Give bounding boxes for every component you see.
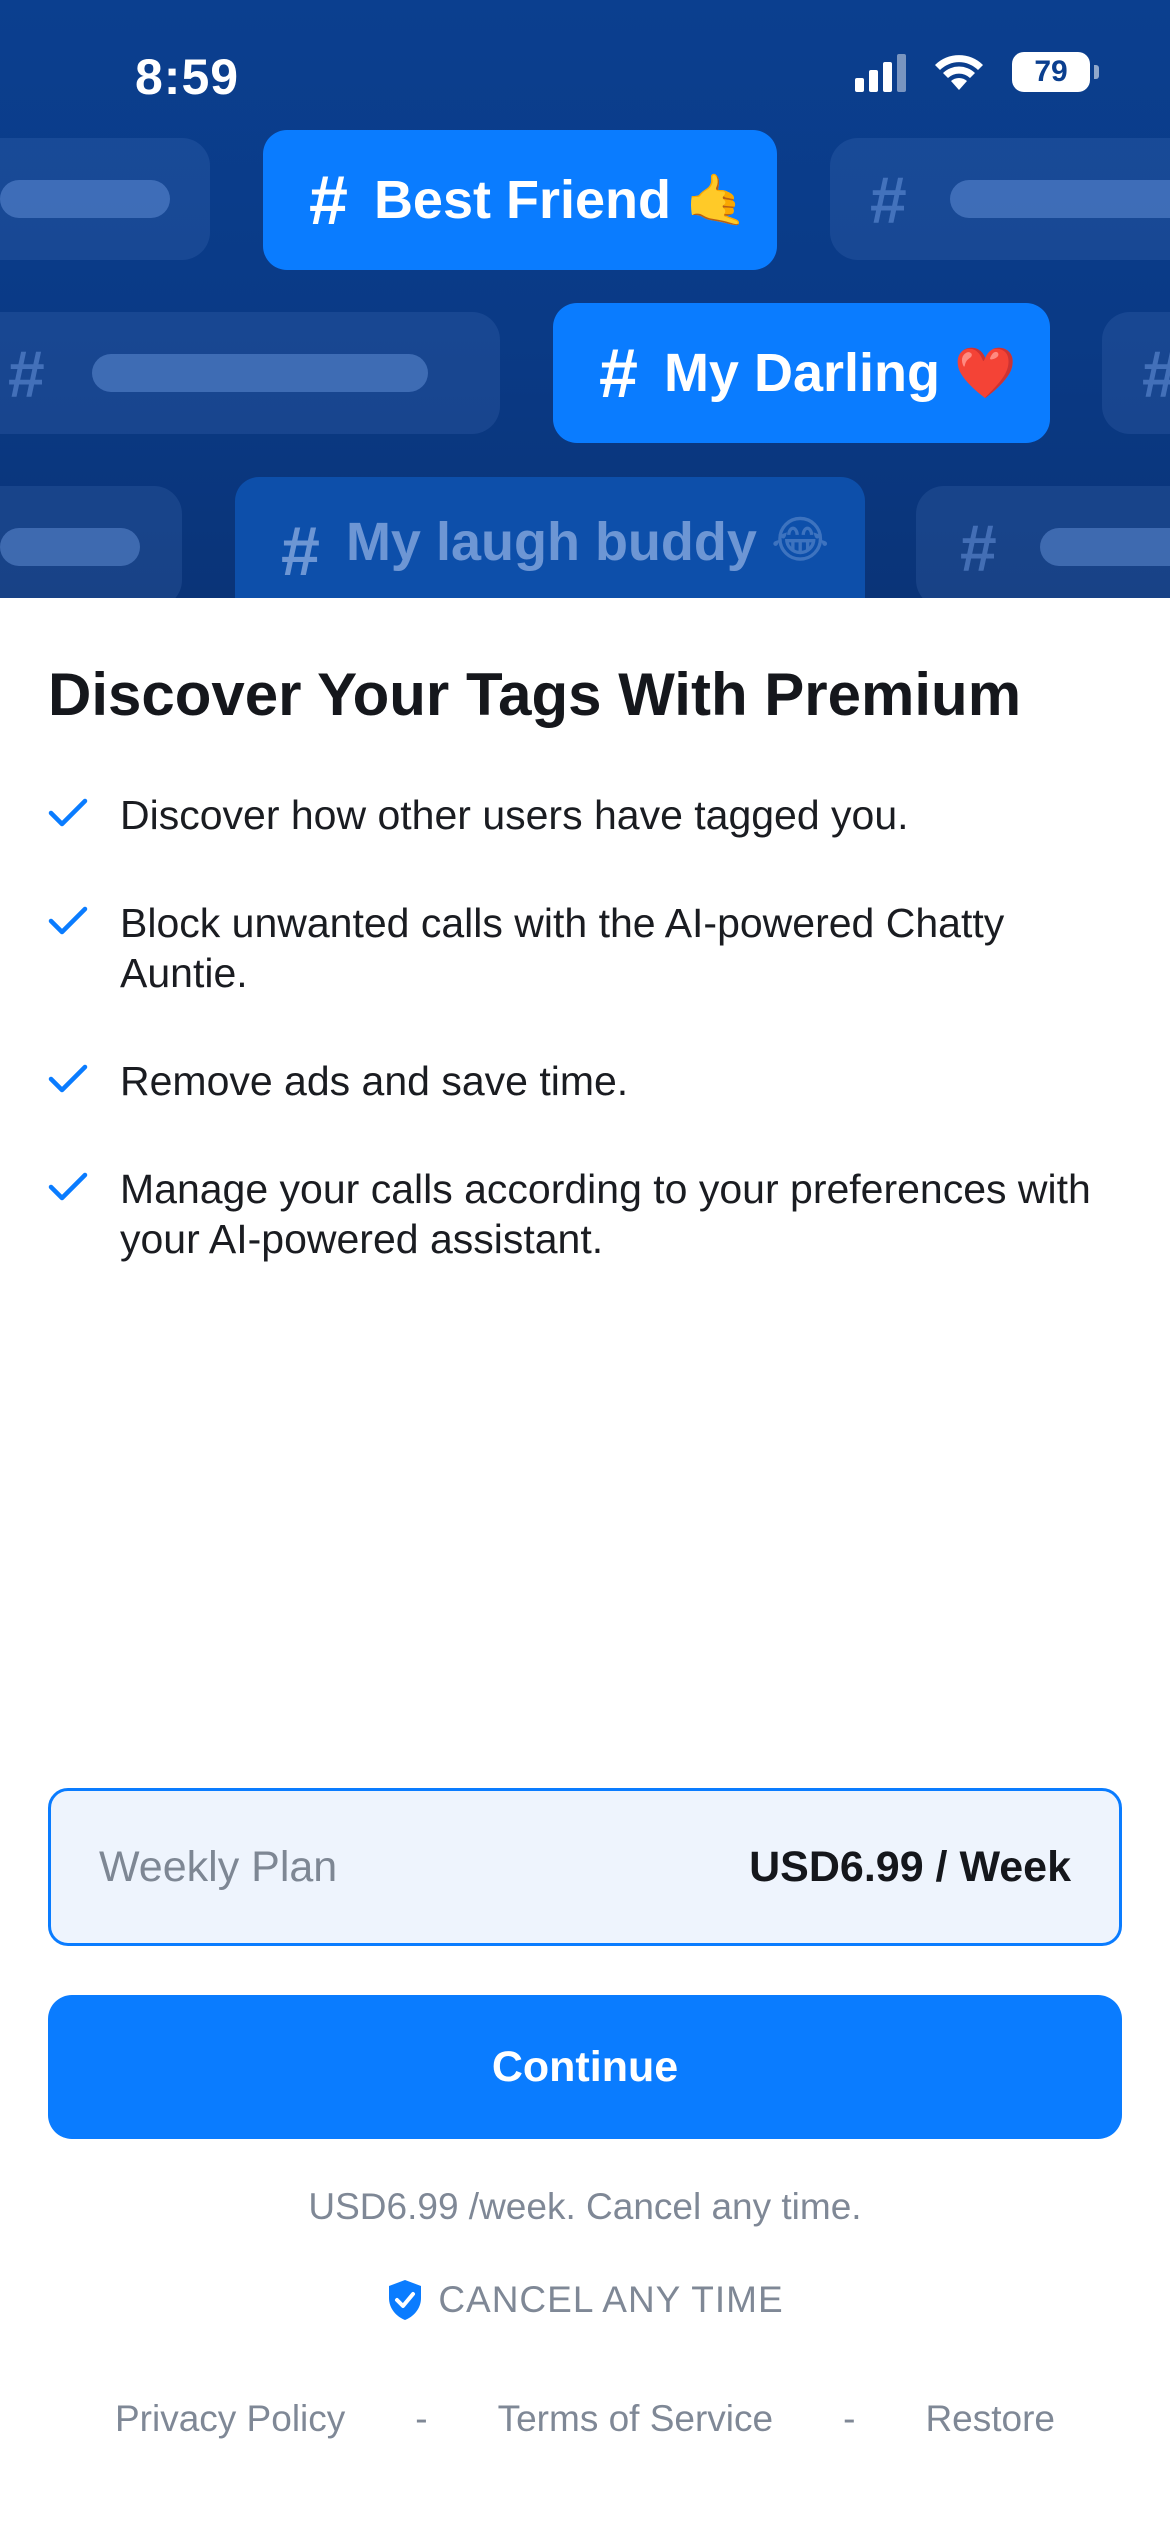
heart-icon: ❤️ — [953, 344, 1017, 401]
feature-text: Block unwanted calls with the AI-powered… — [120, 900, 1005, 996]
feature-list: Discover how other users have tagged you… — [48, 790, 1128, 1322]
cancel-badge-text: CANCEL ANY TIME — [438, 2279, 784, 2320]
placeholder-tag: # — [916, 486, 1170, 598]
link-separator: - — [843, 2398, 856, 2439]
shield-check-icon — [389, 2280, 422, 2320]
call-me-hand-icon: 🤙 — [685, 171, 748, 228]
wifi-icon — [935, 55, 983, 90]
plan-price: USD6.99 / Week — [749, 1842, 1071, 1891]
tag-best-friend: # Best Friend 🤙 — [263, 130, 777, 270]
hashtag-icon: # — [309, 161, 348, 239]
hashtag-icon: # — [281, 512, 320, 590]
placeholder-tag — [0, 486, 182, 598]
status-bar: 8:59 79 — [0, 0, 1170, 150]
tag-my-laugh-buddy: # My laugh buddy 😂 — [235, 477, 865, 598]
feature-text: Remove ads and save time. — [120, 1058, 629, 1104]
page-title: Discover Your Tags With Premium — [48, 661, 1022, 728]
laughing-face-icon: 😂 — [770, 512, 830, 568]
feature-item: Manage your calls according to your pref… — [48, 1164, 1128, 1264]
checkmark-icon — [48, 790, 120, 835]
placeholder-tag: # — [830, 138, 1170, 260]
status-icons: 79 — [855, 52, 1099, 92]
continue-button[interactable]: Continue — [48, 1995, 1122, 2139]
feature-text: Manage your calls according to your pref… — [120, 1166, 1091, 1262]
hero-banner: 8:59 79 # # # # # Best Friend — [0, 0, 1170, 598]
placeholder-tag: # — [0, 312, 500, 434]
checkmark-icon — [48, 898, 120, 943]
tag-my-darling: # My Darling ❤️ — [553, 303, 1050, 443]
restore-link[interactable]: Restore — [925, 2398, 1055, 2440]
link-separator: - — [415, 2398, 428, 2439]
placeholder-tag — [0, 138, 210, 260]
checkmark-icon — [48, 1164, 120, 1209]
privacy-policy-link[interactable]: Privacy Policy — [115, 2398, 345, 2440]
feature-text: Discover how other users have tagged you… — [120, 792, 909, 838]
price-note: USD6.99 /week. Cancel any time. — [308, 2186, 862, 2227]
feature-item: Discover how other users have tagged you… — [48, 790, 1128, 840]
tag-label: My Darling — [663, 343, 940, 403]
placeholder-tag: # — [1102, 312, 1170, 434]
tag-label: Best Friend — [373, 170, 671, 230]
battery-icon: 79 — [1012, 52, 1099, 92]
plan-name: Weekly Plan — [99, 1842, 338, 1891]
hashtag-icon: # — [599, 334, 638, 412]
terms-of-service-link[interactable]: Terms of Service — [498, 2398, 774, 2440]
tag-label: My laugh buddy — [345, 512, 757, 572]
footer-links: Privacy Policy - Terms of Service - Rest… — [0, 2398, 1170, 2440]
weekly-plan-option[interactable]: Weekly Plan USD6.99 / Week — [48, 1788, 1122, 1946]
checkmark-icon — [48, 1056, 120, 1101]
status-time: 8:59 — [135, 49, 240, 105]
feature-item: Block unwanted calls with the AI-powered… — [48, 898, 1128, 998]
cancel-any-time-badge: CANCEL ANY TIME — [0, 2278, 1170, 2322]
feature-item: Remove ads and save time. — [48, 1056, 1128, 1106]
cellular-signal-icon — [855, 52, 906, 92]
